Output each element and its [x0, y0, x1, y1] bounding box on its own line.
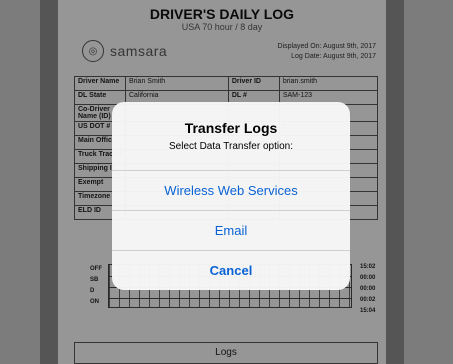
- dialog-title: Transfer Logs: [184, 120, 278, 136]
- dialog-message: Select Data Transfer option:: [169, 141, 293, 152]
- cancel-button[interactable]: Cancel: [112, 250, 350, 290]
- transfer-logs-dialog: Transfer Logs Select Data Transfer optio…: [112, 102, 350, 290]
- wireless-web-services-button[interactable]: Wireless Web Services: [112, 170, 350, 210]
- email-button[interactable]: Email: [112, 210, 350, 250]
- dialog-header: Transfer Logs Select Data Transfer optio…: [112, 102, 350, 170]
